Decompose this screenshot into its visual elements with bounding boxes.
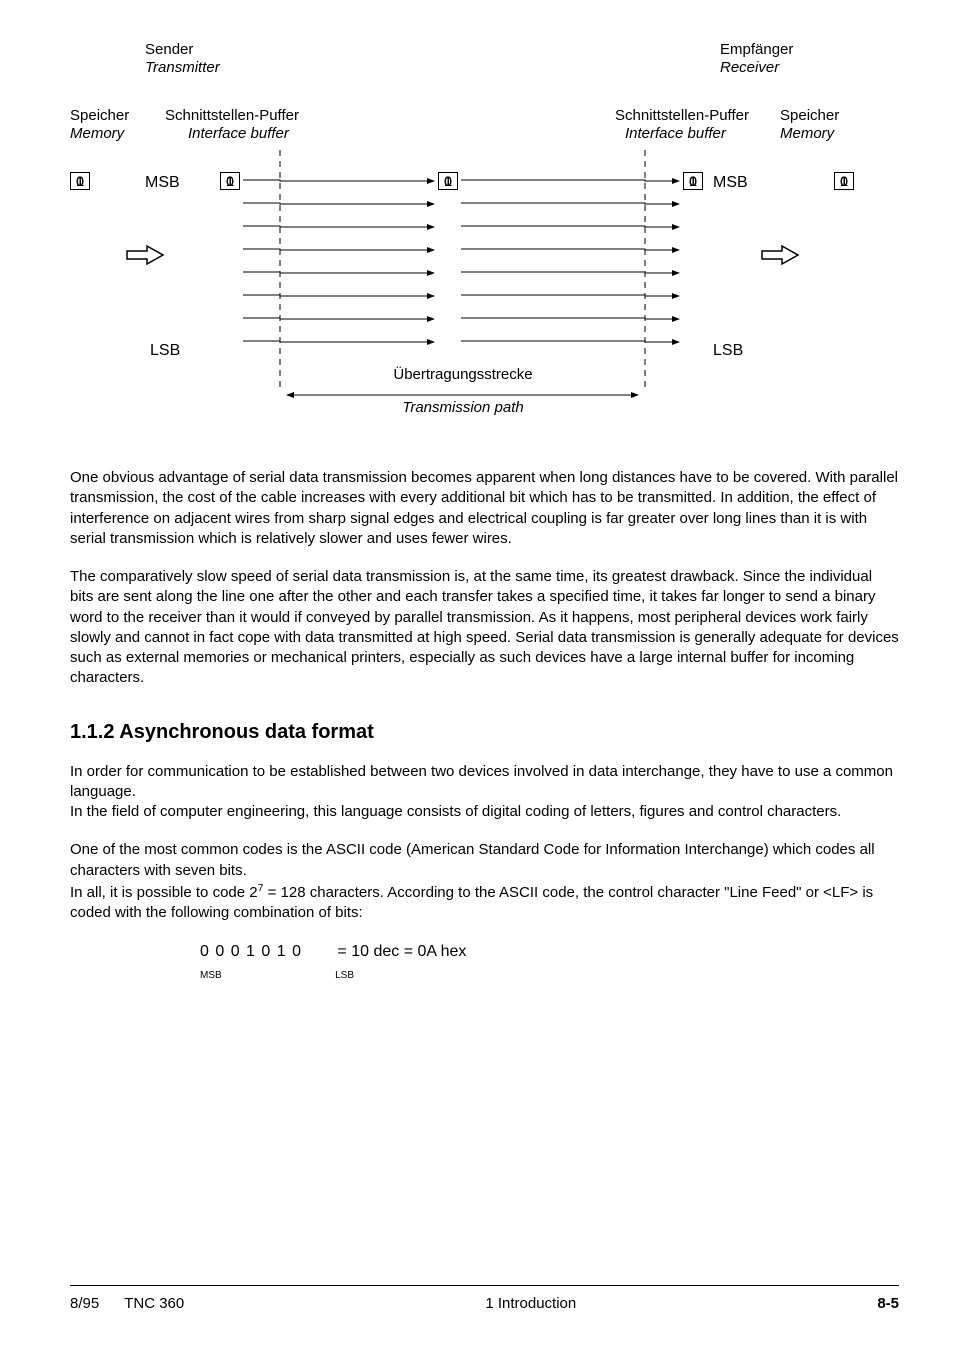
path-label-en: Transmission path bbox=[70, 398, 856, 418]
bit-example: 0 0 0 1 0 1 0 = 10 dec = 0A hex MSB LSB bbox=[200, 941, 899, 984]
paragraph: One obvious advantage of serial data tra… bbox=[70, 468, 899, 549]
serial-transmission-diagram: Sender Transmitter Empfänger Receiver Sp… bbox=[70, 40, 899, 460]
section-heading: 1.1.2 Asynchronous data format bbox=[70, 719, 899, 746]
paragraph: The comparatively slow speed of serial d… bbox=[70, 567, 899, 689]
path-label-de: Übertragungsstrecke bbox=[70, 365, 856, 385]
paragraph: In the field of computer engineering, th… bbox=[70, 802, 899, 822]
connection-lines bbox=[70, 40, 910, 460]
paragraph: In order for communication to be establi… bbox=[70, 762, 899, 803]
page-footer: 8/95 TNC 360 1 Introduction 8-5 bbox=[70, 1285, 899, 1314]
paragraph: One of the most common codes is the ASCI… bbox=[70, 840, 899, 881]
paragraph: In all, it is possible to code 27 = 128 … bbox=[70, 881, 899, 924]
